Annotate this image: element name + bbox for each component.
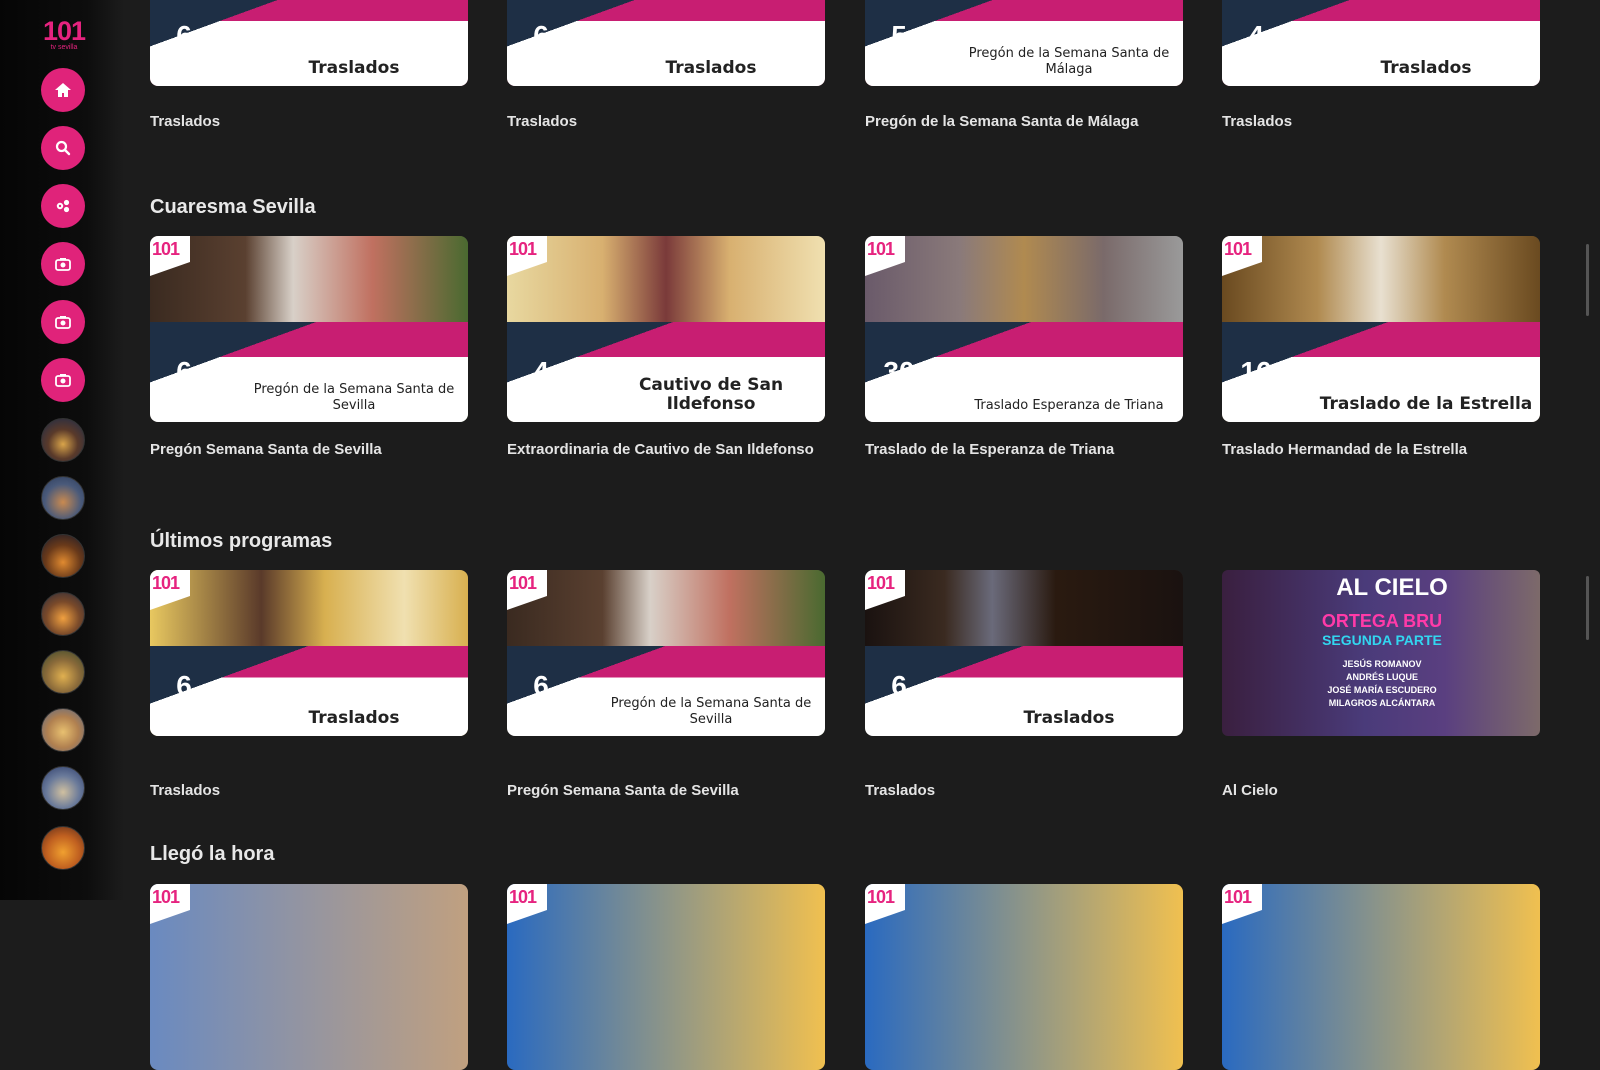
video-card[interactable]: 101 4 abril 2025 Cautivo de San Ildefonso — [507, 236, 825, 422]
card-title: Traslados — [665, 58, 757, 78]
card-date: 16 marzo 2025 — [1240, 356, 1272, 409]
promo-line-1: ORTEGA BRU — [1321, 611, 1443, 631]
card-caption: Pregón de la Semana Santa de Málaga — [865, 113, 1139, 130]
video-card[interactable]: 4 abril 2025 Traslados — [1222, 0, 1540, 86]
gear-icon — [56, 199, 70, 213]
section-title: Últimos programas — [150, 530, 333, 552]
card-title: Traslados — [308, 58, 400, 78]
card-date: 30 marzo 2025 — [883, 356, 915, 409]
brand-logo: 101 tv sevilla — [42, 18, 86, 52]
nav-camera-button-3[interactable] — [41, 358, 85, 402]
camera-icon — [55, 258, 71, 271]
card-caption: Traslados — [150, 782, 221, 799]
channel-avatar-5[interactable] — [41, 650, 85, 694]
card-caption: Traslados — [150, 113, 221, 130]
card-caption: Al Cielo — [1222, 782, 1278, 799]
channel-avatar-3[interactable] — [41, 534, 85, 578]
video-card[interactable]: 101 — [865, 884, 1183, 1070]
card-title: Pregón de la Semana Santa de Sevilla — [253, 382, 455, 413]
channel-avatar-7[interactable] — [41, 766, 85, 810]
card-date: 6 abril 2025 — [171, 20, 197, 73]
card-date: 4 abril 2025 — [528, 356, 554, 409]
video-card[interactable]: 6 abril 2025 Traslados — [507, 0, 825, 86]
search-icon — [55, 140, 71, 156]
nav-camera-button-1[interactable] — [41, 242, 85, 286]
channel-avatar-1[interactable] — [41, 418, 85, 462]
home-icon — [55, 83, 71, 97]
video-card[interactable]: 101 6 abril 2025 Traslados — [150, 570, 468, 736]
card-title: Cautivo de San Ildefonso — [638, 375, 784, 414]
nav-settings-button[interactable] — [41, 184, 85, 228]
card-date: 4 abril 2025 — [1243, 20, 1269, 73]
card-date: 6 abril 2025 — [528, 20, 554, 73]
channel-avatar-6[interactable] — [41, 708, 85, 752]
camera-icon — [55, 374, 71, 387]
channel-avatar-4[interactable] — [41, 592, 85, 636]
card-caption: Traslado Hermandad de la Estrella — [1222, 441, 1468, 458]
row-scrollbar[interactable] — [1586, 576, 1589, 640]
card-title: Traslados — [308, 708, 400, 728]
card-caption: Extraordinaria de Cautivo de San Ildefon… — [507, 441, 814, 458]
nav-home-button[interactable] — [41, 68, 85, 112]
card-date: 6 abril 2025 — [886, 670, 912, 723]
video-card[interactable]: 101 6 abril 2025 Pregón de la Semana Santa… — [507, 570, 825, 736]
video-card[interactable]: 101 — [1222, 884, 1540, 1070]
card-title: Traslados — [1023, 708, 1115, 728]
video-card[interactable]: 101 6 abril 2025 Pregón de la Semana Santa… — [150, 236, 468, 422]
video-card[interactable]: 101 16 marzo 2025 Traslado de la Estrella — [1222, 236, 1540, 422]
promo-card[interactable]: AL CIELO ORTEGA BRU SEGUNDA PARTE JESÚS … — [1222, 570, 1540, 736]
content-area: 6 abril 2025 Traslados Traslados 6 abril 202… — [150, 0, 1570, 1070]
video-card[interactable]: 101 6 abril 2025 Traslados — [865, 570, 1183, 736]
card-caption: Traslados — [507, 113, 578, 130]
promo-names: JESÚS ROMANOV ANDRÉS LUQUE JOSÉ MARÍA ES… — [1327, 659, 1437, 708]
card-title: Pregón de la Semana Santa de Sevilla — [610, 696, 812, 727]
card-title: Traslado de la Estrella — [1319, 394, 1533, 414]
promo-line-2: SEGUNDA PARTE — [1322, 632, 1442, 648]
video-card[interactable]: 5 abril 2025 Pregón de la Semana Santa de … — [865, 0, 1183, 86]
section-title: Cuaresma Sevilla — [150, 196, 316, 218]
channel-avatar-8[interactable] — [41, 826, 85, 870]
promo-title: AL CIELO — [1336, 574, 1448, 601]
card-date: 5 abril 2025 — [886, 20, 912, 73]
card-caption: Traslados — [865, 782, 936, 799]
card-caption: Traslado de la Esperanza de Triana — [865, 441, 1115, 458]
channel-avatar-2[interactable] — [41, 476, 85, 520]
video-card[interactable]: 101 — [507, 884, 825, 1070]
card-date: 6 abril 2025 — [171, 356, 197, 409]
card-caption: Traslados — [1222, 113, 1293, 130]
video-card[interactable]: 101 30 marzo 2025 Traslado Esperanza de Tr… — [865, 236, 1183, 422]
card-date: 6 abril 2025 — [528, 670, 554, 723]
nav-search-button[interactable] — [41, 126, 85, 170]
nav-camera-button-2[interactable] — [41, 300, 85, 344]
card-date: 6 abril 2025 — [171, 670, 197, 723]
card-caption: Pregón Semana Santa de Sevilla — [150, 441, 382, 458]
card-title: Traslado Esperanza de Triana — [974, 398, 1164, 413]
card-title: Traslados — [1380, 58, 1472, 78]
section-title: Llegó la hora — [150, 843, 275, 865]
sidebar: 101 tv sevilla — [0, 0, 124, 900]
card-caption: Pregón Semana Santa de Sevilla — [507, 782, 739, 799]
card-title: Pregón de la Semana Santa de Málaga — [968, 46, 1170, 77]
logo-number: 101 — [42, 16, 86, 46]
row-scrollbar[interactable] — [1586, 244, 1589, 316]
camera-icon — [55, 316, 71, 329]
video-card[interactable]: 101 — [150, 884, 468, 1070]
video-card[interactable]: 6 abril 2025 Traslados — [150, 0, 468, 86]
